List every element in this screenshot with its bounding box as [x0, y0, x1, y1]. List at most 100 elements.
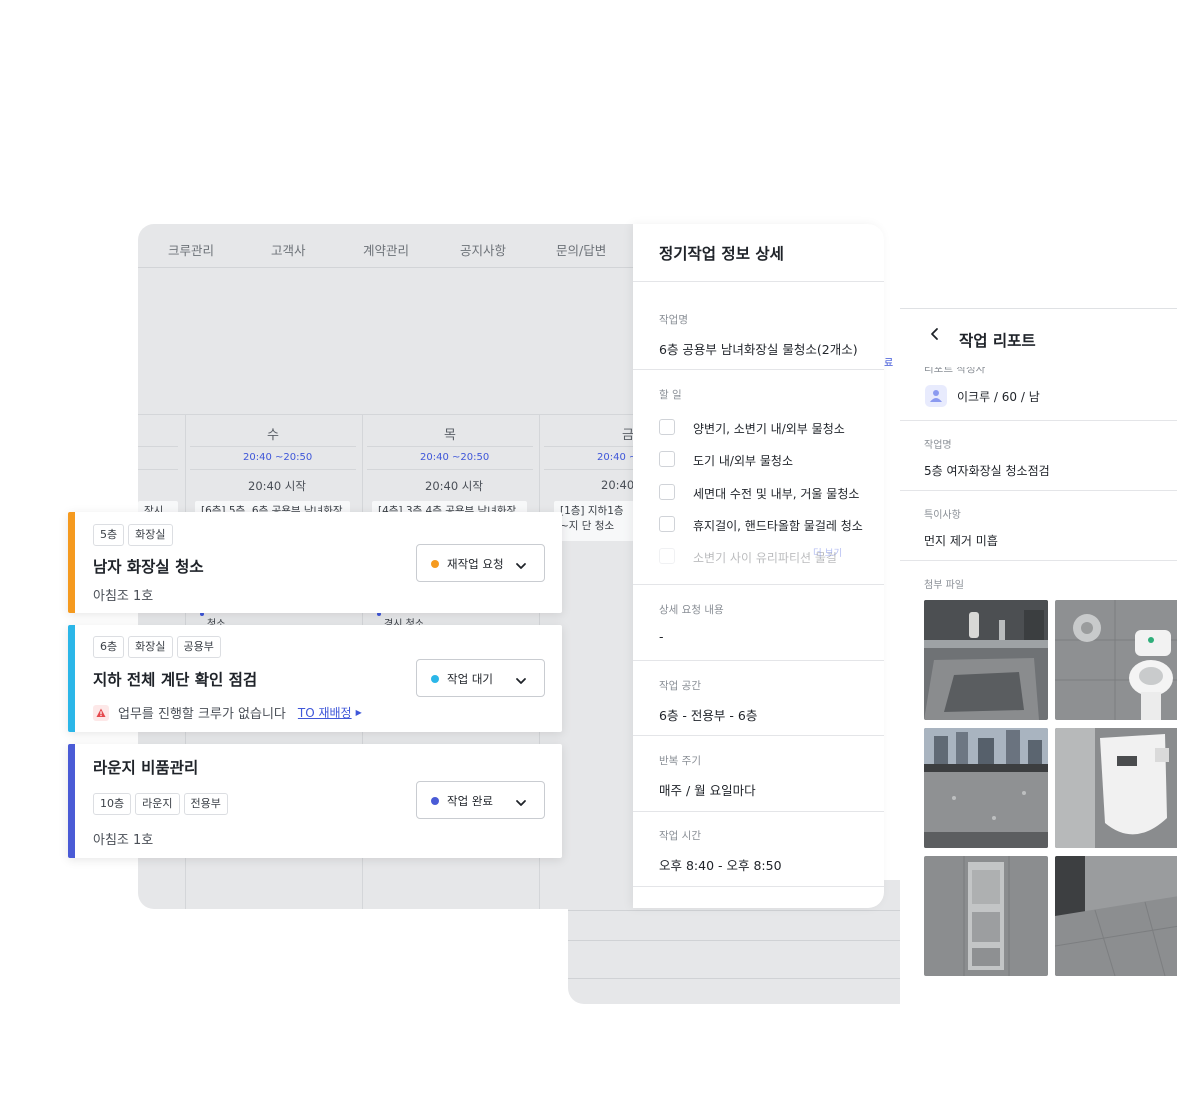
attachment-photo[interactable]: [1055, 728, 1177, 848]
alert-icon: [93, 704, 109, 721]
tag: 화장실: [128, 636, 173, 658]
task-shift: 아침조 1호: [93, 589, 154, 604]
todo-label: 할 일: [659, 389, 682, 401]
attachment-photo[interactable]: [924, 600, 1048, 720]
request-value: -: [659, 629, 664, 644]
user-avatar-icon: [925, 385, 947, 407]
grid-line: [568, 940, 908, 941]
grid-line: [367, 469, 533, 470]
grid-line: [138, 446, 178, 447]
status-label: 작업 완료: [447, 794, 493, 808]
tag: 5층: [93, 524, 125, 546]
status-dot: [431, 560, 439, 568]
warning-text: 업무를 진행할 크루가 없습니다: [118, 707, 286, 722]
task-report-panel: 리포트 작성자 작업 리포트 이크루 / 60 / 남 작업명 5층 여자화장실…: [900, 308, 1177, 1004]
grid-line: [367, 446, 533, 447]
divider: [633, 886, 884, 887]
chevron-down-icon: [515, 794, 527, 813]
nav-crew[interactable]: 크루관리: [168, 240, 214, 259]
status-cut: 료: [884, 358, 894, 369]
event-card[interactable]: [1층] 지하1층~지 단 청소: [554, 501, 634, 541]
status-dot: [431, 675, 439, 683]
time-start: 20:40: [601, 478, 635, 492]
more-link[interactable]: 더 보기: [813, 545, 842, 559]
task-card[interactable]: 라운지 비품관리 10층 라운지 전용부 아침조 1호 작업 완료: [68, 744, 562, 858]
divider: [900, 420, 1177, 421]
todo-checkbox[interactable]: [659, 516, 675, 532]
status-dot: [431, 797, 439, 805]
regular-task-detail: 정기작업 정보 상세 작업명 6층 공용부 남녀화장실 물청소(2개소) 할 일…: [633, 224, 884, 908]
detail-title: 정기작업 정보 상세: [659, 245, 784, 263]
tag: 화장실: [128, 524, 173, 546]
time-range: 20:40 ~20:50: [420, 452, 490, 463]
grid-line: [190, 446, 356, 447]
attachment-photo[interactable]: [1055, 856, 1177, 976]
time-range: 20:40 ~20:50: [243, 452, 313, 463]
time-range: 20:40 ~: [597, 452, 638, 463]
status-dropdown[interactable]: 작업 대기: [416, 659, 545, 697]
grid-line: [544, 469, 634, 470]
nav-qna[interactable]: 문의/답변: [556, 240, 606, 259]
task-title: 라운지 비품관리: [93, 759, 199, 777]
task-status-bar: [68, 744, 75, 858]
todo-checkbox[interactable]: [659, 451, 675, 467]
time-start: 20:40 시작: [425, 479, 483, 493]
todo-checkbox[interactable]: [659, 419, 675, 435]
caret-right-icon[interactable]: ▶: [356, 708, 362, 717]
chevron-down-icon: [515, 672, 527, 691]
grid-line: [568, 978, 908, 979]
note-value: 먼지 제거 미흡: [924, 534, 998, 548]
task-status-bar: [68, 512, 75, 613]
note-label: 특이사항: [924, 510, 961, 521]
divider: [633, 735, 884, 736]
task-tags: 5층 화장실: [93, 524, 173, 546]
space-value: 6층 - 전용부 - 6층: [659, 708, 758, 723]
reassign-link[interactable]: TO 재배정: [298, 704, 352, 721]
nav-notice[interactable]: 공지사항: [460, 240, 506, 259]
cycle-value: 매주 / 월 요일마다: [659, 783, 756, 798]
todo-checkbox[interactable]: [659, 484, 675, 500]
divider: [633, 281, 884, 282]
divider: [633, 584, 884, 585]
request-label: 상세 요청 내용: [659, 604, 724, 616]
divider: [633, 660, 884, 661]
warning-row: 업무를 진행할 크루가 없습니다 TO 재배정 ▶: [93, 703, 362, 722]
grid-line: [138, 469, 178, 470]
task-title: 지하 전체 계단 확인 점검: [93, 671, 258, 689]
tag: 전용부: [183, 793, 228, 815]
attachment-photo[interactable]: [924, 728, 1048, 848]
event-text: [1층] 지하1층~지 단 청소: [560, 505, 624, 532]
status-dropdown[interactable]: 작업 완료: [416, 781, 545, 819]
space-label: 작업 공간: [659, 680, 701, 692]
todo-text: 휴지걸이, 핸드타올함 물걸레 청소: [693, 519, 863, 533]
todo-text: 양변기, 소변기 내/외부 물청소: [693, 422, 845, 436]
tag: 10층: [93, 793, 132, 815]
report-task-value: 5층 여자화장실 청소점검: [924, 464, 1050, 478]
grid-line: [568, 910, 908, 911]
nav-contract[interactable]: 계약관리: [363, 240, 409, 259]
status-label: 작업 대기: [447, 672, 493, 686]
attachment-photo[interactable]: [924, 856, 1048, 976]
divider: [633, 369, 884, 370]
task-name-value: 6층 공용부 남녀화장실 물청소(2개소): [659, 342, 858, 357]
divider: [900, 490, 1177, 491]
nav-client[interactable]: 고객사: [271, 240, 306, 259]
status-dropdown[interactable]: 재작업 요청: [416, 544, 545, 582]
report-title: 작업 리포트: [959, 332, 1036, 350]
divider: [900, 560, 1177, 561]
back-arrow-icon[interactable]: [930, 327, 940, 345]
task-status-bar: [68, 625, 75, 732]
task-card[interactable]: 6층 화장실 공용부 지하 전체 계단 확인 점검 업무를 진행할 크루가 없습…: [68, 625, 562, 732]
day-wed: 수: [267, 428, 279, 443]
tag: 공용부: [176, 636, 221, 658]
task-name-label: 작업명: [659, 314, 688, 326]
task-card[interactable]: 5층 화장실 남자 화장실 청소 아침조 1호 재작업 요청: [68, 512, 562, 613]
attachment-photo[interactable]: [1055, 600, 1177, 720]
report-header: 작업 리포트: [900, 309, 1177, 367]
grid-line: [544, 446, 634, 447]
time-value: 오후 8:40 - 오후 8:50: [659, 858, 782, 873]
chevron-down-icon: [515, 557, 527, 576]
task-tags: 10층 라운지 전용부: [93, 793, 228, 815]
todo-text: 도기 내/외부 물청소: [693, 454, 793, 468]
todo-checkbox[interactable]: [659, 548, 675, 564]
